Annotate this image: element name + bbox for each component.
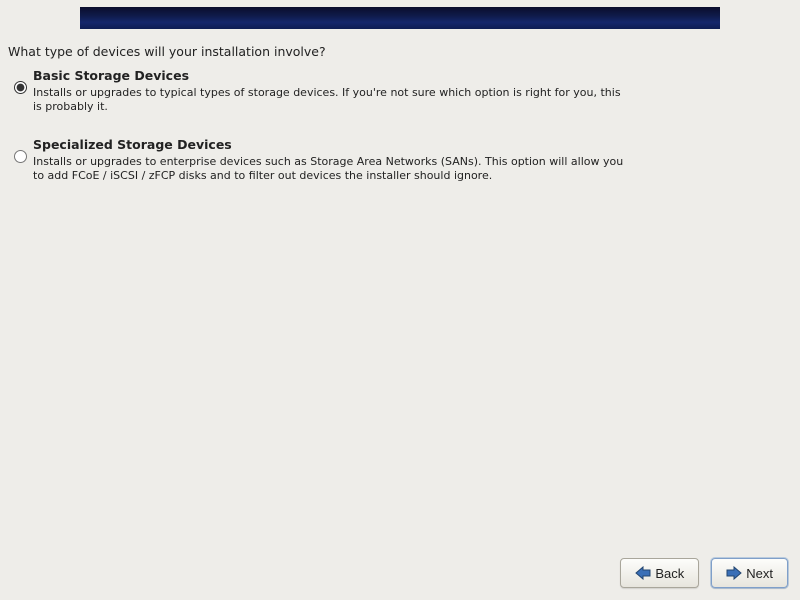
next-button-label: Next bbox=[746, 566, 773, 581]
option-title: Specialized Storage Devices bbox=[33, 137, 654, 152]
next-button[interactable]: Next bbox=[711, 558, 788, 588]
header-banner bbox=[80, 7, 720, 29]
radio-specialized-storage[interactable] bbox=[14, 150, 27, 163]
question-text: What type of devices will your installat… bbox=[8, 44, 326, 59]
radio-basic-storage[interactable] bbox=[14, 81, 27, 94]
option-description: Installs or upgrades to typical types of… bbox=[33, 86, 628, 115]
arrow-left-icon bbox=[635, 566, 651, 580]
back-button[interactable]: Back bbox=[620, 558, 699, 588]
option-description: Installs or upgrades to enterprise devic… bbox=[33, 155, 628, 184]
footer-buttons: Back Next bbox=[620, 558, 788, 588]
option-title: Basic Storage Devices bbox=[33, 68, 654, 83]
arrow-right-icon bbox=[726, 566, 742, 580]
option-basic-storage[interactable]: Basic Storage Devices Installs or upgrad… bbox=[14, 68, 654, 115]
option-specialized-storage[interactable]: Specialized Storage Devices Installs or … bbox=[14, 137, 654, 184]
storage-options-group: Basic Storage Devices Installs or upgrad… bbox=[14, 68, 654, 205]
back-button-label: Back bbox=[655, 566, 684, 581]
